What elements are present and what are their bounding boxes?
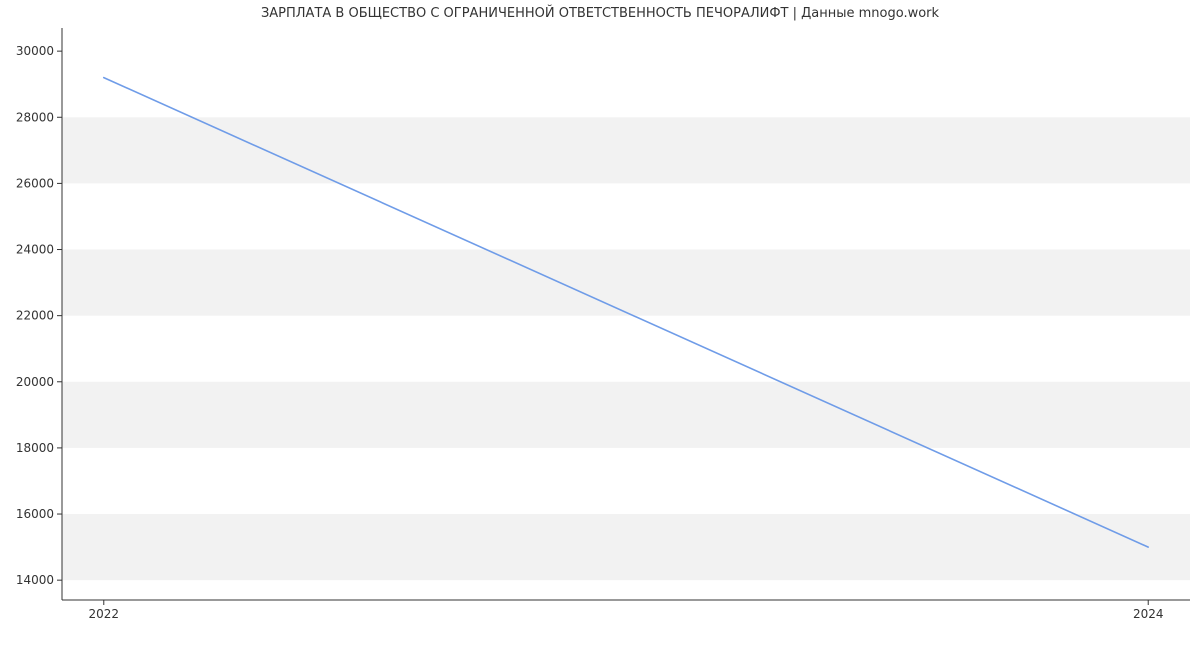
svg-text:30000: 30000 [16, 44, 54, 58]
svg-text:20000: 20000 [16, 375, 54, 389]
svg-text:24000: 24000 [16, 243, 54, 257]
svg-text:26000: 26000 [16, 176, 54, 190]
svg-text:14000: 14000 [16, 573, 54, 587]
chart-title: ЗАРПЛАТА В ОБЩЕСТВО С ОГРАНИЧЕННОЙ ОТВЕТ… [0, 6, 1200, 21]
svg-text:16000: 16000 [16, 507, 54, 521]
svg-text:18000: 18000 [16, 441, 54, 455]
svg-text:2024: 2024 [1133, 607, 1164, 621]
svg-text:2022: 2022 [89, 607, 120, 621]
line-chart: 14000 16000 18000 20000 22000 24000 26000 28000… [0, 0, 1200, 650]
svg-text:28000: 28000 [16, 110, 54, 124]
svg-text:22000: 22000 [16, 309, 54, 323]
chart-container: ЗАРПЛАТА В ОБЩЕСТВО С ОГРАНИЧЕННОЙ ОТВЕТ… [0, 0, 1200, 650]
